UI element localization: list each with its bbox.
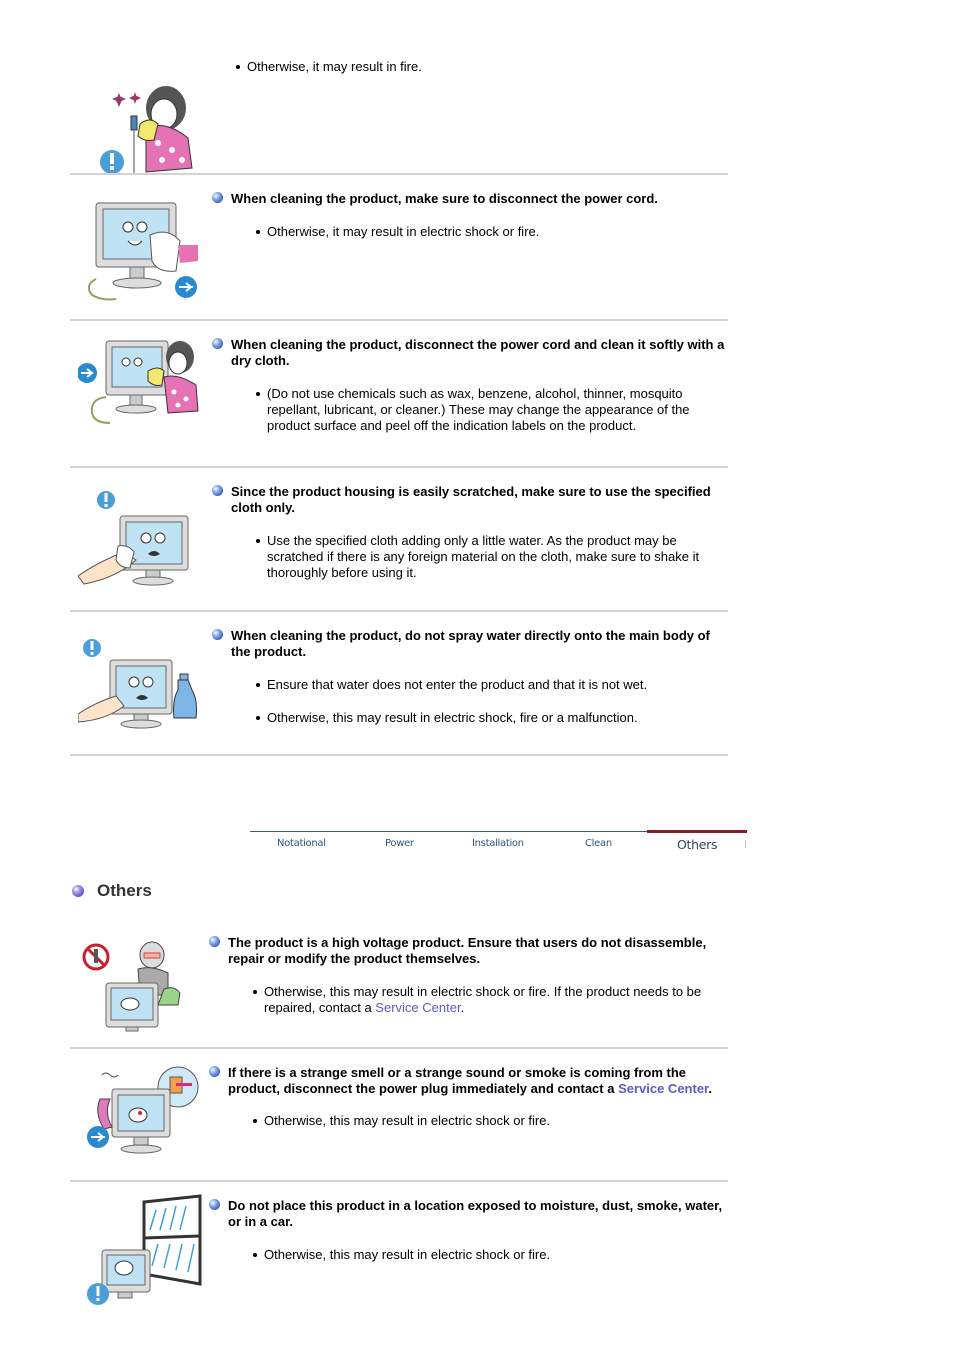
heading-text: Since the product housing is easily scra… bbox=[231, 484, 711, 515]
heading-text: Do not place this product in a location … bbox=[228, 1198, 723, 1229]
heading-text: When cleaning the product, make sure to … bbox=[231, 191, 658, 206]
tab-others[interactable]: Others bbox=[677, 837, 718, 852]
tab-installation[interactable]: Installation bbox=[472, 838, 524, 849]
cleaning-item-5: When cleaning the product, do not spray … bbox=[70, 612, 728, 754]
tab-notational[interactable]: Notational bbox=[277, 838, 326, 849]
divider bbox=[70, 754, 728, 756]
heading-text-end: . bbox=[708, 1081, 713, 1096]
bullet-orb-icon bbox=[209, 1066, 220, 1077]
section-title: Others bbox=[71, 881, 152, 901]
section-nav: Notational Power Installation Clean Othe… bbox=[250, 830, 747, 854]
hand-wiping-scared-monitor-illustration bbox=[77, 488, 204, 588]
service-center-link[interactable]: Service Center bbox=[375, 1000, 460, 1015]
bullet-item: Otherwise, this may result in electric s… bbox=[208, 1247, 726, 1263]
title-orb-icon bbox=[72, 885, 84, 897]
item-text: When cleaning the product, make sure to … bbox=[211, 191, 729, 240]
tab-power[interactable]: Power bbox=[385, 838, 414, 849]
others-item-1: The product is a high voltage product. E… bbox=[70, 925, 728, 1047]
item-heading: When cleaning the product, disconnect th… bbox=[211, 337, 729, 369]
item-text: When cleaning the product, disconnect th… bbox=[211, 337, 729, 434]
monitor-cleaning-unplugged-illustration bbox=[78, 195, 204, 305]
bullet-item: Otherwise, this may result in electric s… bbox=[208, 984, 726, 1016]
bullet-text-end: . bbox=[460, 1000, 465, 1015]
item-text: The product is a high voltage product. E… bbox=[208, 935, 726, 1016]
bullet-item: Use the specified cloth adding only a li… bbox=[211, 533, 729, 581]
bullet-orb-icon bbox=[212, 192, 223, 203]
bullet-text: Otherwise, this may result in electric s… bbox=[264, 984, 702, 1015]
bullet-item: Otherwise, this may result in electric s… bbox=[208, 1113, 726, 1129]
item-heading: The product is a high voltage product. E… bbox=[208, 935, 726, 967]
nav-line bbox=[250, 831, 647, 832]
service-center-link[interactable]: Service Center bbox=[618, 1081, 708, 1096]
cleaning-item-3: When cleaning the product, disconnect th… bbox=[70, 321, 728, 466]
others-item-3: Do not place this product in a location … bbox=[70, 1182, 728, 1322]
item-heading: Do not place this product in a location … bbox=[208, 1198, 726, 1230]
bullet-orb-icon bbox=[212, 338, 223, 349]
bullet-orb-icon bbox=[209, 1199, 220, 1210]
item-text: When cleaning the product, do not spray … bbox=[211, 628, 729, 726]
woman-cleaning-plug-illustration bbox=[78, 68, 204, 178]
item-heading: If there is a strange smell or a strange… bbox=[208, 1065, 726, 1097]
monitor-in-rain-illustration bbox=[78, 1194, 204, 1309]
spray-bottle-monitor-illustration bbox=[77, 636, 204, 731]
nav-active-indicator bbox=[647, 830, 747, 833]
tab-clean[interactable]: Clean bbox=[585, 838, 612, 849]
cleaning-item-4: Since the product housing is easily scra… bbox=[70, 468, 728, 610]
item-heading: Since the product housing is easily scra… bbox=[211, 484, 729, 516]
heading-text: When cleaning the product, do not spray … bbox=[231, 628, 710, 659]
item-text: Do not place this product in a location … bbox=[208, 1198, 726, 1263]
bullet-orb-icon bbox=[212, 485, 223, 496]
item-heading: When cleaning the product, make sure to … bbox=[211, 191, 729, 207]
heading-text: When cleaning the product, disconnect th… bbox=[231, 337, 725, 368]
item-text: Otherwise, it may result in fire. bbox=[211, 59, 729, 75]
bullet-orb-icon bbox=[212, 629, 223, 640]
item-heading: When cleaning the product, do not spray … bbox=[211, 628, 729, 660]
cleaning-item-1: Otherwise, it may result in fire. bbox=[70, 40, 729, 174]
item-text: Since the product housing is easily scra… bbox=[211, 484, 729, 581]
bullet-item: Otherwise, it may result in electric sho… bbox=[211, 224, 729, 240]
section-title-text: Others bbox=[97, 881, 152, 900]
bullet-item: Otherwise, it may result in fire. bbox=[191, 59, 729, 75]
cleaning-item-2: When cleaning the product, make sure to … bbox=[70, 175, 728, 320]
nav-separator bbox=[745, 841, 746, 848]
bullet-item: Otherwise, this may result in electric s… bbox=[211, 710, 729, 726]
heading-text: The product is a high voltage product. E… bbox=[228, 935, 707, 966]
smoking-monitor-unplug-illustration bbox=[78, 1063, 204, 1158]
item-text: If there is a strange smell or a strange… bbox=[208, 1065, 726, 1129]
others-item-2: If there is a strange smell or a strange… bbox=[70, 1049, 728, 1179]
bullet-item: Ensure that water does not enter the pro… bbox=[211, 677, 729, 693]
bullet-item: (Do not use chemicals such as wax, benze… bbox=[211, 386, 729, 434]
bullet-orb-icon bbox=[209, 936, 220, 947]
repairman-disassembling-monitor-illustration bbox=[78, 935, 204, 1035]
woman-wiping-monitor-illustration bbox=[77, 337, 204, 432]
